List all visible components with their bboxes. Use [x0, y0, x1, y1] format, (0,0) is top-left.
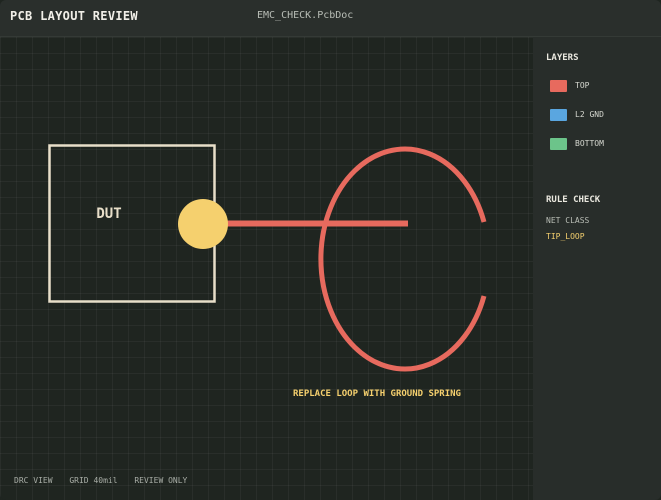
pcb-drawing[interactable]: DUT REPLACE LOOP WITH GROUND SPRING [0, 37, 533, 500]
rule-check-heading: RULE CHECK [546, 195, 601, 205]
status-view-mode: DRC VIEW [14, 476, 53, 485]
layer-swatch-l2-gnd [550, 109, 567, 121]
status-review-mode: REVIEW ONLY [134, 476, 188, 485]
document-title[interactable]: EMC_CHECK.PcbDoc [257, 10, 353, 21]
tip-loop-arc[interactable] [318, 146, 487, 372]
app-title: PCB LAYOUT REVIEW [10, 9, 138, 23]
layers-heading: LAYERS [546, 53, 579, 63]
net-class-label: NET CLASS [546, 216, 590, 225]
status-bar: DRC VIEW GRID 40mil REVIEW ONLY [14, 476, 199, 485]
status-grid-size: GRID 40mil [69, 476, 118, 485]
dut-pad[interactable] [178, 199, 228, 249]
layer-label-l2-gnd: L2 GND [575, 110, 604, 119]
pcb-canvas[interactable]: DUT REPLACE LOOP WITH GROUND SPRING DRC … [0, 37, 533, 500]
rework-annotation: REPLACE LOOP WITH GROUND SPRING [293, 389, 461, 399]
layer-label-top: TOP [575, 81, 590, 90]
layer-label-bottom: BOTTOM [575, 139, 604, 148]
net-class-value[interactable]: TIP_LOOP [546, 232, 585, 241]
layer-item-top[interactable]: TOP [550, 80, 650, 94]
dut-label: DUT [96, 206, 121, 222]
layer-item-bottom[interactable]: BOTTOM [550, 138, 650, 152]
layer-swatch-top [550, 80, 567, 92]
side-panel: LAYERS TOP L2 GND BOTTOM RULE CHECK NET … [533, 37, 661, 500]
layer-swatch-bottom [550, 138, 567, 150]
pcb-review-window: PCB LAYOUT REVIEW EMC_CHECK.PcbDoc DUT R… [0, 0, 661, 500]
title-bar: PCB LAYOUT REVIEW EMC_CHECK.PcbDoc [0, 0, 661, 37]
layer-item-l2-gnd[interactable]: L2 GND [550, 109, 650, 123]
